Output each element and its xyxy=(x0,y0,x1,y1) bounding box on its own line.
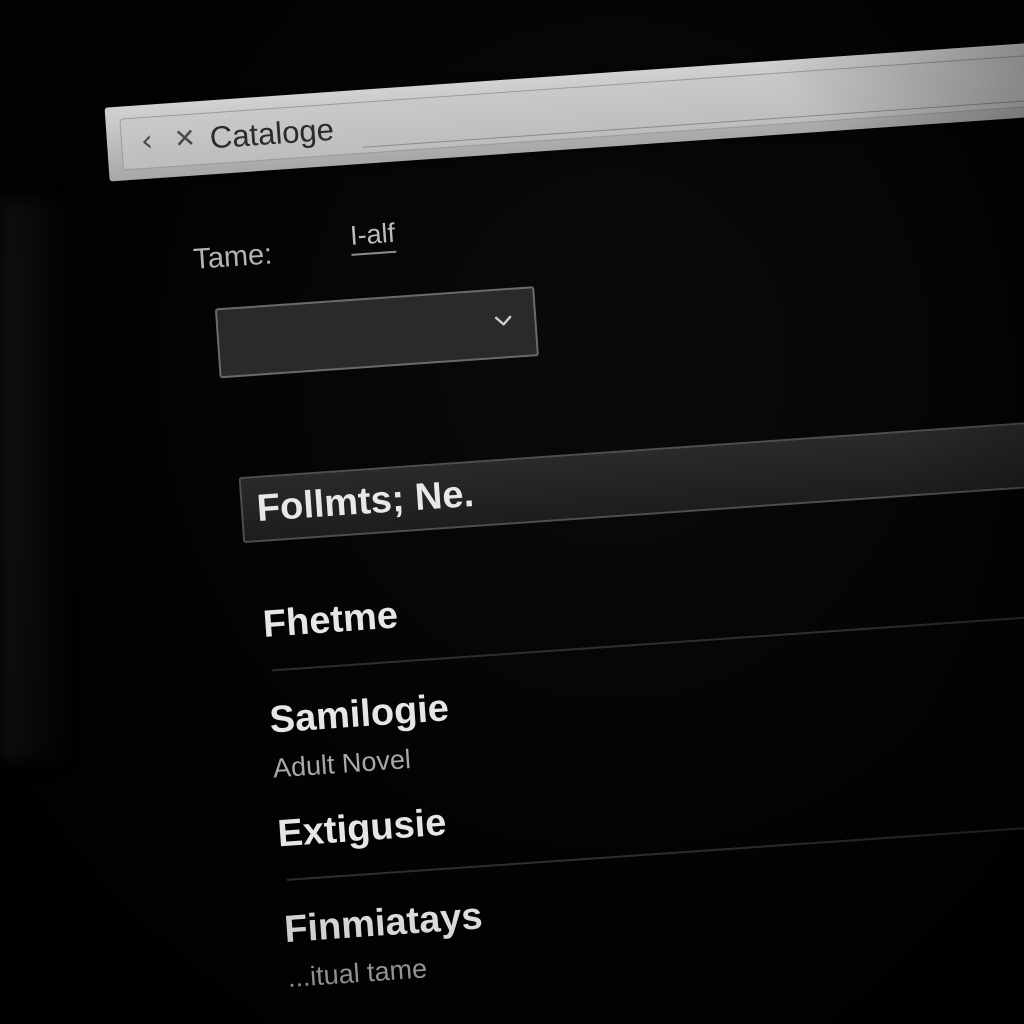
page-title: Cataloge xyxy=(208,111,335,156)
chevron-left-icon[interactable]: ‹ xyxy=(129,123,165,160)
screen: ‹ ✕ Cataloge Tame: I-alf Follmts; Ne. Fh… xyxy=(0,0,1024,1024)
title-bar: ‹ ✕ Cataloge xyxy=(104,37,1024,182)
section-header[interactable]: Follmts; Ne. xyxy=(238,415,1024,544)
chevron-down-icon xyxy=(494,315,512,326)
title-underline xyxy=(362,97,1024,148)
list-item-title: Fhetme xyxy=(261,594,400,646)
section-title: Follmts; Ne. xyxy=(255,472,476,530)
list-item[interactable]: Fhetme xyxy=(261,545,1024,648)
close-icon[interactable]: ✕ xyxy=(167,121,203,157)
dropdown-select[interactable] xyxy=(214,286,539,379)
address-bar[interactable]: ‹ ✕ Cataloge xyxy=(119,50,1024,171)
item-list: Fhetme Samilogie Adult Novel Extigusie F… xyxy=(261,545,1024,995)
app-window: ‹ ✕ Cataloge Tame: I-alf Follmts; Ne. Fh… xyxy=(0,0,1024,1024)
field-link[interactable]: I-alf xyxy=(349,217,397,256)
field-label: Tame: xyxy=(192,238,274,276)
